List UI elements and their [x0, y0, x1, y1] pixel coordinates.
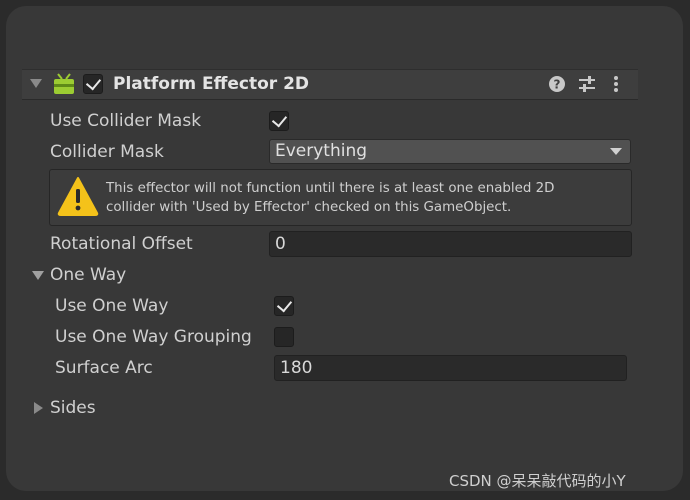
svg-text:?: ? — [554, 78, 561, 92]
warning-text-line1: This effector will not function until th… — [106, 181, 555, 196]
warning-text-line2: collider with 'Used by Effector' checked… — [106, 200, 512, 215]
surface-arc-label: Surface Arc — [55, 358, 153, 378]
more-icon[interactable] — [612, 75, 620, 93]
checkmark-icon — [85, 74, 101, 91]
sides-section-label[interactable]: Sides — [50, 398, 96, 418]
one-way-foldout-arrow[interactable] — [32, 271, 44, 280]
rotational-offset-label: Rotational Offset — [50, 234, 193, 254]
platform-effector-icon — [52, 73, 76, 95]
use-one-way-grouping-label: Use One Way Grouping — [55, 327, 252, 347]
sides-foldout-arrow[interactable] — [34, 402, 43, 414]
component-foldout-arrow[interactable] — [30, 79, 42, 88]
use-one-way-label: Use One Way — [55, 296, 169, 316]
help-icon[interactable]: ? — [548, 75, 566, 93]
component-enabled-checkbox[interactable] — [83, 74, 103, 94]
collider-mask-label: Collider Mask — [50, 142, 164, 162]
collider-mask-value: Everything — [275, 141, 368, 161]
chevron-down-icon — [610, 148, 622, 155]
use-collider-mask-checkbox[interactable] — [269, 111, 289, 131]
use-collider-mask-label: Use Collider Mask — [50, 111, 202, 131]
collider-mask-dropdown[interactable]: Everything — [269, 139, 631, 164]
warning-icon — [57, 176, 99, 216]
one-way-section-label[interactable]: One Way — [50, 265, 126, 285]
watermark-text: CSDN @呆呆敲代码的小Y — [449, 472, 626, 490]
rotational-offset-value: 0 — [275, 234, 286, 254]
checkmark-icon — [276, 296, 292, 313]
preset-icon[interactable] — [578, 75, 596, 93]
surface-arc-input[interactable]: 180 — [274, 355, 627, 381]
use-one-way-checkbox[interactable] — [274, 296, 294, 316]
checkmark-icon — [271, 111, 287, 128]
use-one-way-grouping-checkbox[interactable] — [274, 327, 294, 347]
component-title: Platform Effector 2D — [113, 74, 310, 94]
rotational-offset-input[interactable]: 0 — [269, 231, 632, 257]
surface-arc-value: 180 — [280, 358, 313, 378]
